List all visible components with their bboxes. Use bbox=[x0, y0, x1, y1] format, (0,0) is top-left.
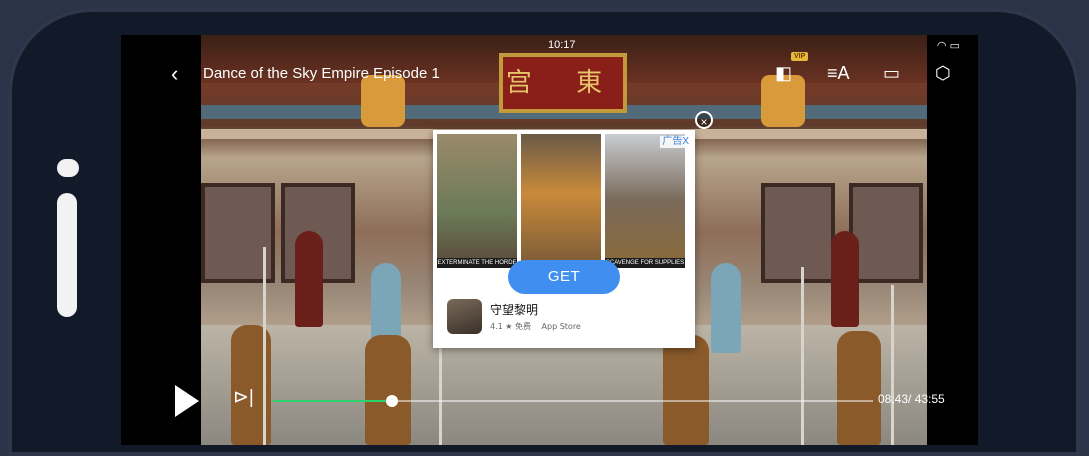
dolby-icon[interactable]: ◧ bbox=[775, 63, 792, 83]
app-meta: 4.1 ★ 免费 App Store bbox=[490, 321, 581, 332]
app-name: 守望黎明 bbox=[490, 303, 539, 317]
soldier-figure bbox=[663, 335, 709, 445]
vip-badge: VIP bbox=[791, 52, 809, 61]
get-button[interactable]: GET bbox=[508, 260, 620, 294]
progress-fill bbox=[273, 400, 392, 402]
soldier-figure bbox=[837, 331, 881, 445]
battery-icon: ▭ bbox=[949, 40, 960, 52]
palace-window bbox=[849, 183, 923, 283]
spear bbox=[801, 267, 804, 445]
guard-figure bbox=[295, 231, 323, 327]
status-icons: ◠ ▭ bbox=[937, 39, 960, 52]
app-icon[interactable] bbox=[447, 299, 482, 334]
ad-image-3[interactable] bbox=[605, 134, 685, 266]
speaker-grille bbox=[57, 193, 77, 317]
app-store-label: App Store bbox=[541, 322, 581, 331]
guard-figure bbox=[831, 231, 859, 327]
official-figure bbox=[711, 263, 741, 353]
wifi-icon: ◠ bbox=[936, 40, 947, 52]
time-total: 43:55 bbox=[914, 392, 945, 406]
time-current: 08:43 bbox=[878, 392, 909, 406]
close-icon[interactable]: × bbox=[695, 111, 713, 129]
screen-mirror-icon[interactable]: ▭ bbox=[883, 63, 900, 83]
subtitle-icon[interactable]: ≡A bbox=[827, 63, 850, 83]
spear bbox=[891, 285, 894, 445]
status-time: 10:17 bbox=[548, 39, 576, 51]
ad-banner[interactable]: EXTERMINATE THE HORDE SCAVENGE FOR SUPPL… bbox=[433, 130, 695, 348]
ad-tag[interactable]: 广告X bbox=[660, 136, 691, 148]
phone-frame: 宫 東 10:17 ◠ ▭ ‹ Dance of the Sky Empire … bbox=[8, 8, 1080, 456]
ad-image-1[interactable] bbox=[437, 134, 517, 266]
time-separator: / bbox=[908, 392, 915, 406]
video-title: Dance of the Sky Empire Episode 1 bbox=[203, 65, 440, 82]
front-camera-dot bbox=[57, 159, 79, 177]
chevron-left-icon[interactable]: ‹ bbox=[171, 63, 178, 85]
lantern bbox=[361, 75, 405, 127]
next-episode-icon[interactable]: ⊳| bbox=[233, 387, 254, 409]
ad-image-2[interactable] bbox=[521, 134, 601, 266]
ad-caption-left: EXTERMINATE THE HORDE bbox=[437, 258, 517, 268]
soldier-figure bbox=[365, 335, 411, 445]
spear bbox=[263, 247, 266, 445]
settings-icon[interactable]: ⬡ bbox=[935, 63, 951, 83]
palace-window bbox=[761, 183, 835, 283]
progress-bar[interactable] bbox=[273, 395, 873, 407]
play-icon[interactable] bbox=[175, 385, 199, 417]
time-readout: 08:43/ 43:55 bbox=[878, 392, 945, 406]
video-player-screen[interactable]: 宫 東 10:17 ◠ ▭ ‹ Dance of the Sky Empire … bbox=[121, 35, 978, 445]
app-rating: 4.1 ★ 免费 bbox=[490, 322, 531, 331]
progress-thumb[interactable] bbox=[385, 395, 398, 407]
palace-plaque: 宫 東 bbox=[499, 53, 627, 113]
